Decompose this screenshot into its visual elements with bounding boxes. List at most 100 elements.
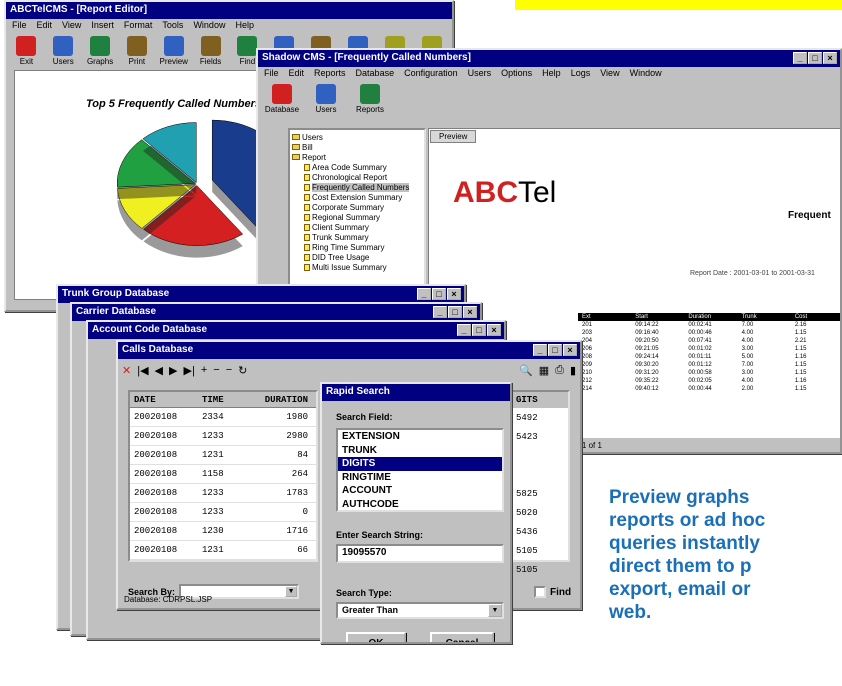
print-icon[interactable]: ⎙ xyxy=(555,364,564,377)
search-string-input[interactable]: 19095570 xyxy=(336,544,504,563)
tree-report-item[interactable]: Chronological Report xyxy=(292,172,422,182)
close-button[interactable]: × xyxy=(563,344,577,356)
tree-node[interactable]: Users xyxy=(292,132,422,142)
find-checkbox[interactable] xyxy=(534,586,546,598)
ok-button[interactable]: OK xyxy=(346,632,406,642)
minimize-button[interactable]: _ xyxy=(793,52,807,64)
abctel-menu-database[interactable]: Database xyxy=(356,68,395,81)
maximize-button[interactable]: □ xyxy=(432,288,446,300)
abctel-menu-reports[interactable]: Reports xyxy=(314,68,346,81)
maximize-button[interactable]: □ xyxy=(472,324,486,336)
maximize-button[interactable]: □ xyxy=(548,344,562,356)
table-row[interactable]: 20020108 1233 1783 xyxy=(130,484,316,503)
column-header-date[interactable]: DATE xyxy=(130,395,200,405)
tree-report-item[interactable]: Frequently Called Numbers xyxy=(292,182,422,192)
table-row[interactable]: 20020108 1158 264 xyxy=(130,465,316,484)
abctel-menu-logs[interactable]: Logs xyxy=(571,68,591,81)
delete-icon[interactable]: ✕ xyxy=(122,364,131,377)
column-header-time[interactable]: TIME xyxy=(200,395,240,405)
close-button[interactable]: × xyxy=(487,324,501,336)
refresh-icon[interactable]: ↻ xyxy=(238,364,247,377)
abctel-menu-edit[interactable]: Edit xyxy=(289,68,305,81)
column-header-digits[interactable]: GITS xyxy=(512,392,568,408)
minimize-button[interactable]: _ xyxy=(457,324,471,336)
table-row[interactable]: 20020108 1233 0 xyxy=(130,503,316,522)
tree-report-item[interactable]: Multi Issue Summary xyxy=(292,262,422,272)
tree-report-item[interactable]: DID Tree Usage xyxy=(292,252,422,262)
digits-column[interactable]: GITS 5492 5423 5825 5020 5436 5105 5105 xyxy=(510,390,570,575)
search-field-option[interactable]: ACCOUNT xyxy=(338,484,502,498)
abctel-titlebar[interactable]: Shadow CMS - [Frequently Called Numbers]… xyxy=(258,50,840,67)
abctel-menu-users[interactable]: Users xyxy=(468,68,492,81)
export-icon[interactable]: ▦ xyxy=(539,364,549,377)
report-menu-edit[interactable]: Edit xyxy=(37,20,53,33)
close-button[interactable]: × xyxy=(463,306,477,318)
search-field-option[interactable]: AUTHCODE xyxy=(338,498,502,511)
cancel-button[interactable]: Cancel xyxy=(430,632,494,642)
report-menu-format[interactable]: Format xyxy=(124,20,153,33)
report-tool-exit-button[interactable]: Exit xyxy=(10,36,43,66)
abctel-menu-window[interactable]: Window xyxy=(630,68,662,81)
search-field-option[interactable]: TRUNK xyxy=(338,444,502,458)
tree-report-item[interactable]: Ring Time Summary xyxy=(292,242,422,252)
first-record-icon[interactable]: |◀ xyxy=(137,364,148,377)
abctel-menu-help[interactable]: Help xyxy=(542,68,561,81)
minimize-button[interactable]: _ xyxy=(533,344,547,356)
report-tool-fields-button[interactable]: Fields xyxy=(194,36,227,66)
tree-node[interactable]: Report xyxy=(292,152,422,162)
minimize-button[interactable]: _ xyxy=(433,306,447,318)
close-button[interactable]: × xyxy=(823,52,837,64)
search-field-list[interactable]: EXTENSION TRUNK DIGITS RINGTIME ACCOUNT AUTHC… xyxy=(336,428,504,512)
prev-record-icon[interactable]: ◀ xyxy=(155,364,163,377)
report-menu-view[interactable]: View xyxy=(62,20,81,33)
tree-report-item[interactable]: Trunk Summary xyxy=(292,232,422,242)
column-header-duration[interactable]: DURATION xyxy=(240,395,312,405)
table-row[interactable]: 20020108 1233 2980 xyxy=(130,427,316,446)
report-tool-print-button[interactable]: Print xyxy=(120,36,153,66)
search-field-option[interactable]: RINGTIME xyxy=(338,471,502,485)
report-menu-help[interactable]: Help xyxy=(235,20,254,33)
table-row[interactable]: 20020108 1231 84 xyxy=(130,446,316,465)
report-tool-users-button[interactable]: Users xyxy=(47,36,80,66)
close-button[interactable]: × xyxy=(447,288,461,300)
tree-node[interactable]: Bill xyxy=(292,142,422,152)
last-record-icon[interactable]: ▶| xyxy=(183,364,194,377)
abctel-menu-view[interactable]: View xyxy=(600,68,619,81)
table-row[interactable]: 20020108 1231 66 xyxy=(130,541,316,560)
abctel-menu-options[interactable]: Options xyxy=(501,68,532,81)
cancel-record-icon[interactable]: − xyxy=(226,364,232,376)
chart-icon[interactable]: ▮ xyxy=(570,364,576,377)
tree-report-item[interactable]: Regional Summary xyxy=(292,212,422,222)
add-record-icon[interactable]: + xyxy=(201,364,207,376)
abctel-menu-file[interactable]: File xyxy=(264,68,279,81)
tree-report-item[interactable]: Corporate Summary xyxy=(292,202,422,212)
abctel-tool-users-button[interactable]: Users xyxy=(306,84,346,114)
find-option[interactable]: Find xyxy=(534,586,571,598)
abctel-tool-database-button[interactable]: Database xyxy=(262,84,302,114)
report-tool-preview-button[interactable]: Preview xyxy=(157,36,190,66)
next-record-icon[interactable]: ▶ xyxy=(169,364,177,377)
report-menu-window[interactable]: Window xyxy=(193,20,225,33)
tree-report-item[interactable]: Area Code Summary xyxy=(292,162,422,172)
calls-grid[interactable]: DATE TIME DURATION 20020108 2334 1980 20020108… xyxy=(128,390,318,562)
search-field-option[interactable]: EXTENSION xyxy=(338,430,502,444)
abctel-menu-configuration[interactable]: Configuration xyxy=(404,68,458,81)
report-menu-file[interactable]: File xyxy=(12,20,27,33)
search-icon[interactable]: 🔍 xyxy=(519,364,533,377)
tree-report-item[interactable]: Cost Extension Summary xyxy=(292,192,422,202)
report-tool-graphs-button[interactable]: Graphs xyxy=(84,36,117,66)
remove-record-icon[interactable]: − xyxy=(213,364,219,376)
table-row[interactable]: 20020108 1230 1716 xyxy=(130,522,316,541)
tree-report-item[interactable]: Client Summary xyxy=(292,222,422,232)
abctel-tool-reports-button[interactable]: Reports xyxy=(350,84,390,114)
minimize-button[interactable]: _ xyxy=(417,288,431,300)
report-menu-insert[interactable]: Insert xyxy=(91,20,114,33)
report-window-titlebar[interactable]: ABCTelCMS - [Report Editor] xyxy=(6,2,452,19)
tab-preview[interactable]: Preview xyxy=(430,130,477,143)
chevron-down-icon[interactable]: ▼ xyxy=(488,604,502,617)
maximize-button[interactable]: □ xyxy=(808,52,822,64)
report-menu-tools[interactable]: Tools xyxy=(162,20,183,33)
table-row[interactable]: 20020108 2334 1980 xyxy=(130,408,316,427)
maximize-button[interactable]: □ xyxy=(448,306,462,318)
search-type-select[interactable]: Greater Than ▼ xyxy=(336,602,504,619)
